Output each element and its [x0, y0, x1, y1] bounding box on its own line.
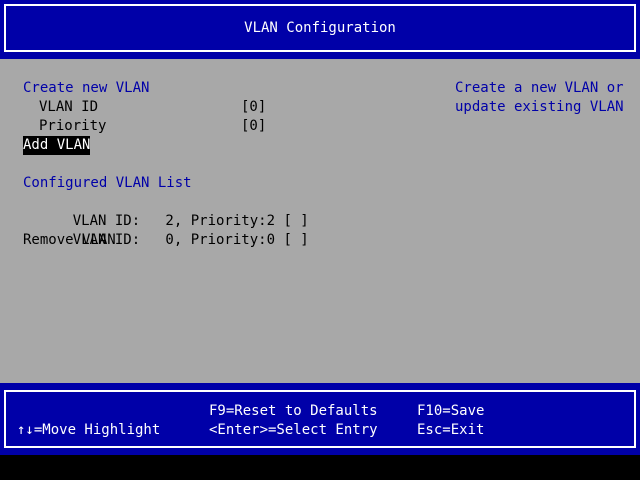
- bottom-strip: [0, 455, 640, 480]
- move-highlight-hint: ↑↓=Move Highlight: [17, 422, 161, 438]
- footer-frame: ↑↓=Move Highlight F9=Reset to Defaults <…: [4, 390, 636, 448]
- vlan-id-label: VLAN ID: [39, 99, 99, 115]
- add-vlan-button[interactable]: Add VLAN: [23, 136, 91, 155]
- create-vlan-heading: Create new VLAN: [23, 80, 150, 96]
- title-bar: VLAN Configuration: [0, 0, 640, 59]
- select-entry-hint: <Enter>=Select Entry: [209, 422, 378, 438]
- priority-field[interactable]: [0]: [241, 117, 266, 136]
- reset-defaults-hint: F9=Reset to Defaults: [209, 403, 378, 419]
- configured-vlan-list-heading: Configured VLAN List: [23, 175, 192, 191]
- remove-vlan-button[interactable]: Remove VLAN: [23, 231, 116, 250]
- exit-hint: Esc=Exit: [417, 422, 485, 438]
- page-title: VLAN Configuration: [244, 20, 396, 36]
- vlan-list-item: VLAN ID: 0, Priority:0 [ ]: [39, 212, 309, 248]
- main-panel: Create new VLAN VLAN ID [0] Priority [0]…: [0, 59, 640, 383]
- help-text-line-1: Create a new VLAN or: [455, 80, 624, 96]
- footer-bar: ↑↓=Move Highlight F9=Reset to Defaults <…: [0, 383, 640, 455]
- help-text-line-2: update existing VLAN: [455, 99, 624, 115]
- title-frame: VLAN Configuration: [4, 4, 636, 52]
- save-hint: F10=Save: [417, 403, 485, 419]
- vlan-list-item: VLAN ID: 2, Priority:2 [ ]: [39, 193, 309, 229]
- vlan-id-field[interactable]: [0]: [241, 98, 266, 117]
- priority-label: Priority: [39, 118, 107, 134]
- vlan-entry-checkbox[interactable]: [ ]: [283, 231, 308, 250]
